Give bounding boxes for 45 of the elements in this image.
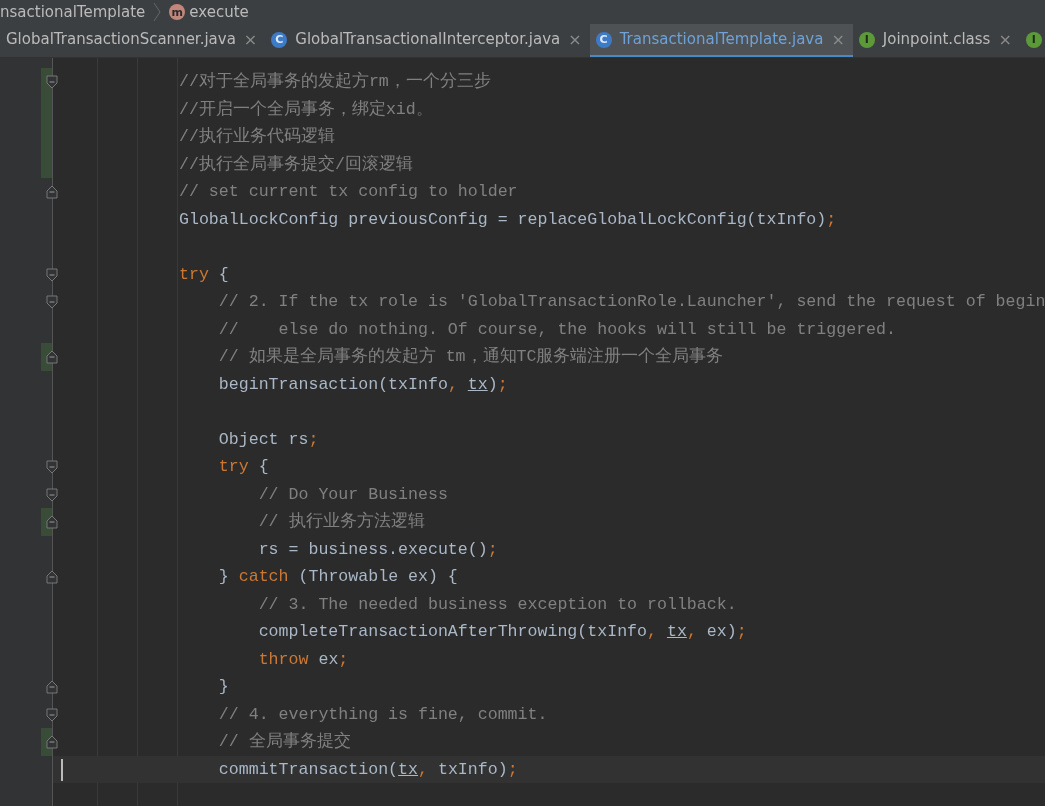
code-text: // 如果是全局事务的发起方 tm，通知TC服务端注册一个全局事务	[217, 347, 724, 366]
code-text: throw ex;	[257, 649, 349, 669]
code-text: rs = business.execute();	[257, 539, 498, 559]
breadcrumb-item[interactable]: execute	[189, 0, 249, 24]
code-text: } catch (Throwable ex) {	[217, 567, 458, 586]
code-text: try {	[217, 457, 269, 476]
tab-label: GlobalTransactionScanner.java	[6, 29, 236, 51]
code-text: try {	[179, 264, 229, 284]
editor-tab[interactable]: I	[1019, 24, 1045, 57]
close-icon[interactable]: ×	[831, 27, 845, 52]
close-icon[interactable]: ×	[998, 27, 1012, 52]
breadcrumb-item[interactable]: nsactionalTemplate	[0, 0, 146, 24]
tab-label: GlobalTransactionalInterceptor.java	[295, 29, 561, 51]
class-icon: C	[271, 31, 288, 48]
code-text: Object rs;	[217, 429, 319, 449]
code-text: // 4. everything is fine, commit.	[217, 704, 548, 724]
code-text: GlobalLockConfig previousConfig = replaceGlobalLockConfig(txInfo);	[179, 209, 837, 229]
code-text: // 全局事务提交	[217, 732, 351, 751]
code-text: // set current tx config to holder	[179, 182, 518, 201]
interface-icon: I	[1025, 31, 1042, 48]
code-text: completeTransactionAfterThrowing(txInfo, tx, ex);	[257, 622, 747, 641]
class-icon: C	[595, 31, 612, 48]
code-text: commitTransaction(tx, txInfo);	[217, 759, 518, 779]
editor-tab[interactable]: GlobalTransactionScanner.java ×	[0, 24, 266, 57]
code-text: // 执行业务方法逻辑	[257, 512, 425, 531]
code-text: //执行全局事务提交/回滚逻辑	[179, 154, 413, 174]
editor-tab[interactable]: I Joinpoint.class ×	[852, 24, 1020, 57]
code-text: // 2. If the tx role is 'GlobalTransactionRole.Launcher', send the request of begin	[217, 292, 1045, 311]
chevron-icon	[153, 2, 162, 22]
code-text: // Do Your Business	[257, 484, 448, 504]
code-text: //开启一个全局事务，绑定xid。	[179, 99, 433, 119]
code-text: // else do nothing. Of course, the hooks will still be triggered.	[217, 319, 896, 339]
tab-label: Joinpoint.class	[882, 29, 991, 51]
tab-label: TransactionalTemplate.java	[619, 29, 824, 51]
code-text: }	[217, 677, 229, 696]
interface-icon: I	[858, 31, 875, 48]
code-text: //执行业务代码逻辑	[179, 127, 335, 146]
close-icon[interactable]: ×	[568, 27, 582, 52]
code-text: //对于全局事务的发起方rm，一个分三步	[179, 72, 491, 91]
code-text: beginTransaction(txInfo, tx);	[217, 374, 508, 394]
close-icon[interactable]: ×	[243, 27, 258, 52]
editor-tab[interactable]: C GlobalTransactionalInterceptor.java ×	[265, 24, 590, 57]
method-icon: m	[169, 4, 186, 20]
editor-tab[interactable]: C TransactionalTemplate.java ×	[589, 24, 853, 57]
code-text: // 3. The needed business exception to rollback.	[257, 594, 737, 614]
